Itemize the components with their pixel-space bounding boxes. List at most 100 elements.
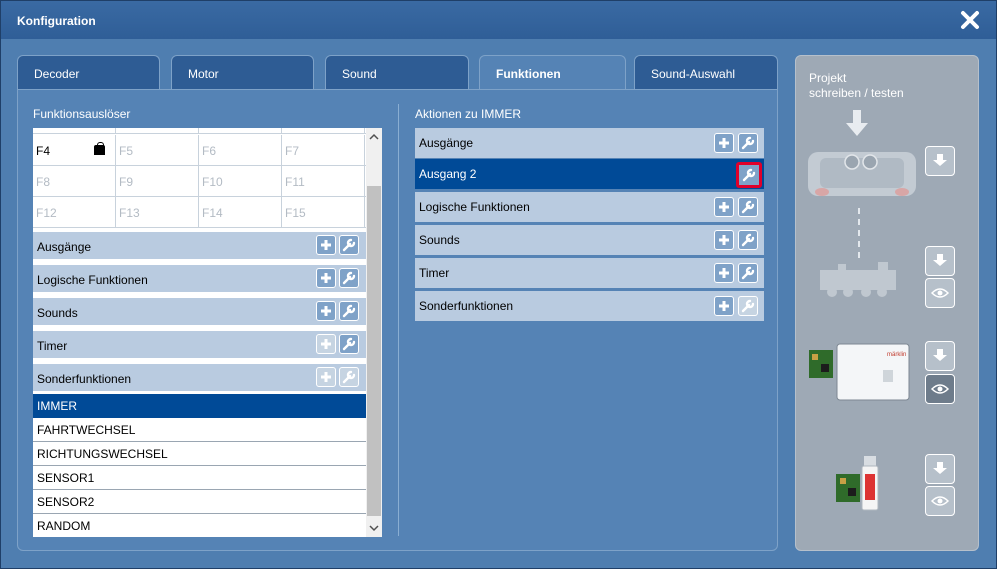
tab-label: Decoder	[34, 67, 80, 81]
add-button[interactable]	[316, 301, 336, 321]
grid-cell-f7[interactable]: F7	[282, 135, 365, 166]
grid-cell-f8[interactable]: F8	[33, 166, 116, 197]
programmer-device-icon: märklin	[809, 343, 910, 401]
trigger-richtungswechsel[interactable]: RICHTUNGSWECHSEL	[33, 442, 366, 466]
edit-button[interactable]	[339, 334, 359, 354]
add-button[interactable]	[316, 334, 336, 354]
test-usb-button[interactable]	[925, 486, 955, 516]
trigger-random[interactable]: RANDOM	[33, 514, 366, 537]
cell-label: F12	[36, 206, 57, 220]
test-locomotive-button[interactable]	[925, 278, 955, 308]
add-button[interactable]	[316, 235, 336, 255]
arrow-down-icon	[846, 110, 868, 136]
add-button[interactable]	[714, 133, 734, 153]
tab-decoder[interactable]: Decoder	[17, 55, 160, 90]
test-programmer-button[interactable]	[925, 374, 955, 404]
wrench-icon	[741, 136, 755, 150]
category-logische-funktionen[interactable]: Logische Funktionen	[33, 265, 366, 295]
trigger-list-scrollbar[interactable]	[366, 128, 382, 537]
write-locomotive-button[interactable]	[925, 246, 955, 276]
wrench-icon	[342, 304, 356, 318]
tab-funktionen[interactable]: Funktionen	[479, 55, 626, 91]
category-ausgaenge[interactable]: Ausgänge	[33, 232, 366, 262]
write-usb-button[interactable]	[925, 454, 955, 484]
grid-cell-f4[interactable]: F4	[33, 135, 116, 166]
grid-cell[interactable]	[199, 128, 282, 134]
eye-icon	[931, 496, 949, 506]
tab-motor[interactable]: Motor	[171, 55, 314, 90]
eye-icon	[931, 288, 949, 298]
scroll-thumb[interactable]	[367, 186, 381, 516]
project-panel: Projekt schreiben / testen märklin	[795, 55, 979, 551]
trigger-sensor1[interactable]: SENSOR1	[33, 466, 366, 490]
download-icon	[933, 254, 947, 266]
grid-cell-f11[interactable]: F11	[282, 166, 365, 197]
edit-button[interactable]	[738, 133, 758, 153]
actions-heading: Aktionen zu IMMER	[415, 107, 522, 121]
category-timer[interactable]: Timer	[33, 331, 366, 361]
tab-label: Sound	[342, 67, 377, 81]
grid-cell-f12[interactable]: F12	[33, 197, 116, 228]
chevron-down-icon[interactable]	[369, 523, 379, 533]
plus-icon	[719, 268, 729, 278]
grid-cell[interactable]	[116, 128, 199, 134]
edit-button[interactable]	[339, 268, 359, 288]
grid-cell[interactable]	[33, 128, 116, 134]
edit-button[interactable]	[339, 367, 359, 387]
trigger-fahrtwechsel[interactable]: FAHRTWECHSEL	[33, 418, 366, 442]
cell-label: F7	[285, 144, 300, 158]
edit-button[interactable]	[738, 230, 758, 250]
edit-button[interactable]	[738, 296, 758, 316]
action-ausgang-2[interactable]: Ausgang 2	[415, 159, 764, 189]
grid-cell-f6[interactable]: F6	[199, 135, 282, 166]
action-sounds[interactable]: Sounds	[415, 225, 764, 255]
tab-sound-auswahl[interactable]: Sound-Auswahl	[634, 55, 778, 90]
grid-cell-f5[interactable]: F5	[116, 135, 199, 166]
plus-icon	[719, 301, 729, 311]
write-decoder-button[interactable]	[925, 146, 955, 176]
action-timer[interactable]: Timer	[415, 258, 764, 288]
trigger-immer[interactable]: IMMER	[33, 394, 366, 418]
add-button[interactable]	[714, 263, 734, 283]
action-ausgaenge[interactable]: Ausgänge	[415, 128, 764, 158]
edit-button[interactable]	[738, 197, 758, 217]
tab-sound[interactable]: Sound	[325, 55, 469, 90]
locomotive-icon	[820, 262, 896, 297]
wrench-icon	[342, 238, 356, 252]
plus-icon	[719, 235, 729, 245]
close-icon[interactable]	[960, 10, 980, 30]
add-button[interactable]	[714, 197, 734, 217]
download-icon	[933, 154, 947, 166]
trigger-sensor2[interactable]: SENSOR2	[33, 490, 366, 514]
weight-icon	[94, 142, 105, 155]
category-sounds[interactable]: Sounds	[33, 298, 366, 328]
edit-button[interactable]	[339, 235, 359, 255]
grid-cell-f14[interactable]: F14	[199, 197, 282, 228]
category-label: Logische Funktionen	[37, 273, 148, 287]
grid-cell-f15[interactable]: F15	[282, 197, 365, 228]
grid-cell-f13[interactable]: F13	[116, 197, 199, 228]
add-button[interactable]	[714, 230, 734, 250]
chevron-up-icon[interactable]	[369, 132, 379, 142]
edit-button[interactable]	[339, 301, 359, 321]
grid-cell-f10[interactable]: F10	[199, 166, 282, 197]
download-icon	[933, 462, 947, 474]
cell-label: F5	[119, 144, 134, 158]
action-logische-funktionen[interactable]: Logische Funktionen	[415, 192, 764, 222]
add-button[interactable]	[714, 296, 734, 316]
trigger-list[interactable]: F4 F5 F6 F7 F8 F9 F10 F11 F12 F13 F14 F1…	[33, 128, 382, 537]
edit-button[interactable]	[736, 162, 762, 188]
edit-button[interactable]	[738, 263, 758, 283]
cell-label: F8	[36, 175, 51, 189]
action-label: Timer	[419, 266, 450, 280]
add-button[interactable]	[316, 268, 336, 288]
cell-label: F9	[119, 175, 134, 189]
add-button[interactable]	[316, 367, 336, 387]
configuration-window: Konfiguration Decoder Motor Sound Funkti…	[0, 0, 997, 569]
write-programmer-button[interactable]	[925, 341, 955, 371]
action-sonderfunktionen[interactable]: Sonderfunktionen	[415, 291, 764, 321]
grid-cell-f9[interactable]: F9	[116, 166, 199, 197]
category-sonderfunktionen[interactable]: Sonderfunktionen	[33, 364, 366, 394]
grid-cell[interactable]	[282, 128, 365, 134]
action-label: Logische Funktionen	[419, 200, 530, 214]
